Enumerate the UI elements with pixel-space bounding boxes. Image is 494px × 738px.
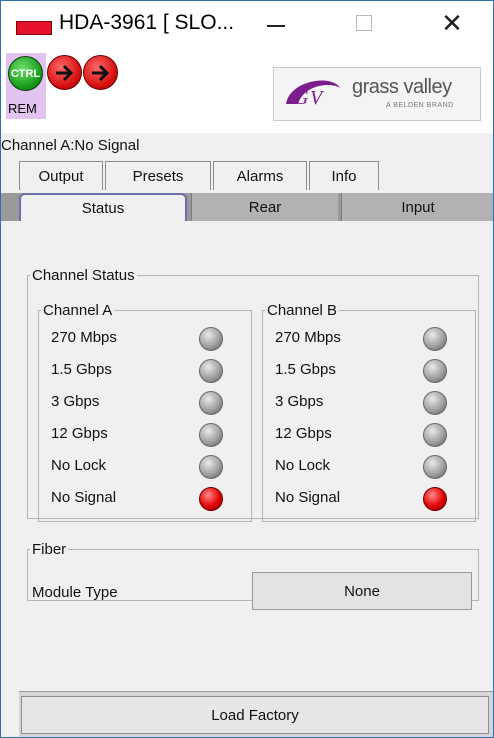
channel-title: Channel A:No Signal — [1, 137, 140, 154]
status-row: No Signal — [273, 483, 463, 515]
status-led-icon — [423, 487, 447, 511]
status-led-icon — [423, 359, 447, 383]
channel-status-legend: Channel Status — [32, 267, 135, 284]
tab-rear[interactable]: Rear — [191, 193, 338, 221]
module-type-label: Module Type — [32, 584, 118, 601]
status-row: 1.5 Gbps — [273, 355, 463, 387]
status-led-icon — [199, 487, 223, 511]
status-led-icon — [423, 391, 447, 415]
status-led-icon — [423, 455, 447, 479]
tab-alarms[interactable]: Alarms — [213, 161, 307, 190]
tab-output[interactable]: Output — [19, 161, 103, 190]
tab-info[interactable]: Info — [309, 161, 379, 190]
fiber-legend: Fiber — [32, 541, 67, 558]
status-label: 270 Mbps — [51, 329, 117, 346]
status-led-icon — [199, 327, 223, 351]
status-row: 12 Gbps — [49, 419, 239, 451]
logo-text: grass valley — [352, 76, 452, 98]
maximize-button[interactable] — [329, 1, 399, 45]
gv-logo-icon: G V — [286, 80, 340, 109]
channel-a-group: Channel A 270 Mbps 1.5 Gbps 3 Gbps 12 Gb… — [38, 302, 252, 522]
minimize-button[interactable] — [241, 1, 311, 45]
application-window: HDA-3961 [ SLO... ✕ CTRL REM G V grass v… — [0, 0, 494, 738]
grass-valley-logo: G V grass valley A BELDEN BRAND — [273, 67, 481, 121]
status-label: 3 Gbps — [51, 393, 100, 410]
title-bar: HDA-3961 [ SLO... ✕ — [1, 1, 493, 45]
status-led-icon — [199, 423, 223, 447]
status-row: No Signal — [49, 483, 239, 515]
header-area: CTRL REM G V grass valley A BELDEN BRAND — [1, 45, 493, 133]
arrow-right-icon[interactable] — [83, 55, 118, 90]
close-icon: ✕ — [441, 8, 463, 38]
control-status[interactable]: CTRL REM — [6, 53, 46, 119]
status-led-icon — [423, 423, 447, 447]
tab-row-bottom: Status Rear Input — [1, 193, 493, 221]
status-led-icon — [199, 455, 223, 479]
channel-status-group: Channel Status Channel A 270 Mbps 1.5 Gb… — [27, 267, 479, 522]
status-row: 270 Mbps — [49, 323, 239, 355]
svg-text:V: V — [310, 87, 325, 109]
tab-status[interactable]: Status — [19, 193, 187, 221]
tab-input[interactable]: Input — [341, 193, 493, 221]
status-led-icon — [199, 359, 223, 383]
arrow-glyph-1 — [55, 64, 73, 81]
channel-b-group: Channel B 270 Mbps 1.5 Gbps 3 Gbps 12 Gb… — [262, 302, 476, 522]
left-margin — [1, 221, 19, 737]
logo-subtitle: A BELDEN BRAND — [386, 102, 454, 109]
status-label: No Signal — [275, 489, 341, 506]
tab-row-top: Output Presets Alarms Info — [1, 161, 493, 190]
status-row: 3 Gbps — [49, 387, 239, 419]
status-label: 270 Mbps — [275, 329, 341, 346]
status-led-icon — [199, 391, 223, 415]
status-row: No Lock — [273, 451, 463, 483]
minimize-icon — [267, 25, 285, 27]
close-button[interactable]: ✕ — [417, 1, 487, 45]
status-label: No Lock — [51, 457, 107, 474]
ctrl-icon: CTRL — [8, 56, 43, 91]
module-type-value: None — [252, 572, 472, 610]
rem-label: REM — [8, 101, 37, 116]
tab-presets[interactable]: Presets — [105, 161, 211, 190]
status-label: No Signal — [51, 489, 117, 506]
channel-b-legend: Channel B — [267, 302, 338, 319]
status-label: 12 Gbps — [275, 425, 332, 442]
status-row: 270 Mbps — [273, 323, 463, 355]
load-factory-bar: Load Factory — [19, 691, 493, 737]
status-label: 1.5 Gbps — [51, 361, 112, 378]
status-label: No Lock — [275, 457, 331, 474]
status-label: 12 Gbps — [51, 425, 108, 442]
status-row: 3 Gbps — [273, 387, 463, 419]
app-icon — [16, 21, 52, 35]
channel-a-legend: Channel A — [43, 302, 113, 319]
status-row: 1.5 Gbps — [49, 355, 239, 387]
arrow-right-icon[interactable] — [47, 55, 82, 90]
load-factory-button[interactable]: Load Factory — [21, 696, 489, 734]
window-title: HDA-3961 [ SLO... — [59, 11, 235, 34]
fiber-group: Fiber Module Type None — [27, 541, 479, 610]
maximize-icon — [356, 15, 372, 31]
status-label: 1.5 Gbps — [275, 361, 336, 378]
arrow-glyph-2 — [91, 64, 109, 81]
status-row: 12 Gbps — [273, 419, 463, 451]
svg-text:G: G — [294, 87, 309, 109]
status-row: No Lock — [49, 451, 239, 483]
status-panel: Channel Status Channel A 270 Mbps 1.5 Gb… — [19, 221, 493, 691]
status-label: 3 Gbps — [275, 393, 324, 410]
status-led-icon — [423, 327, 447, 351]
